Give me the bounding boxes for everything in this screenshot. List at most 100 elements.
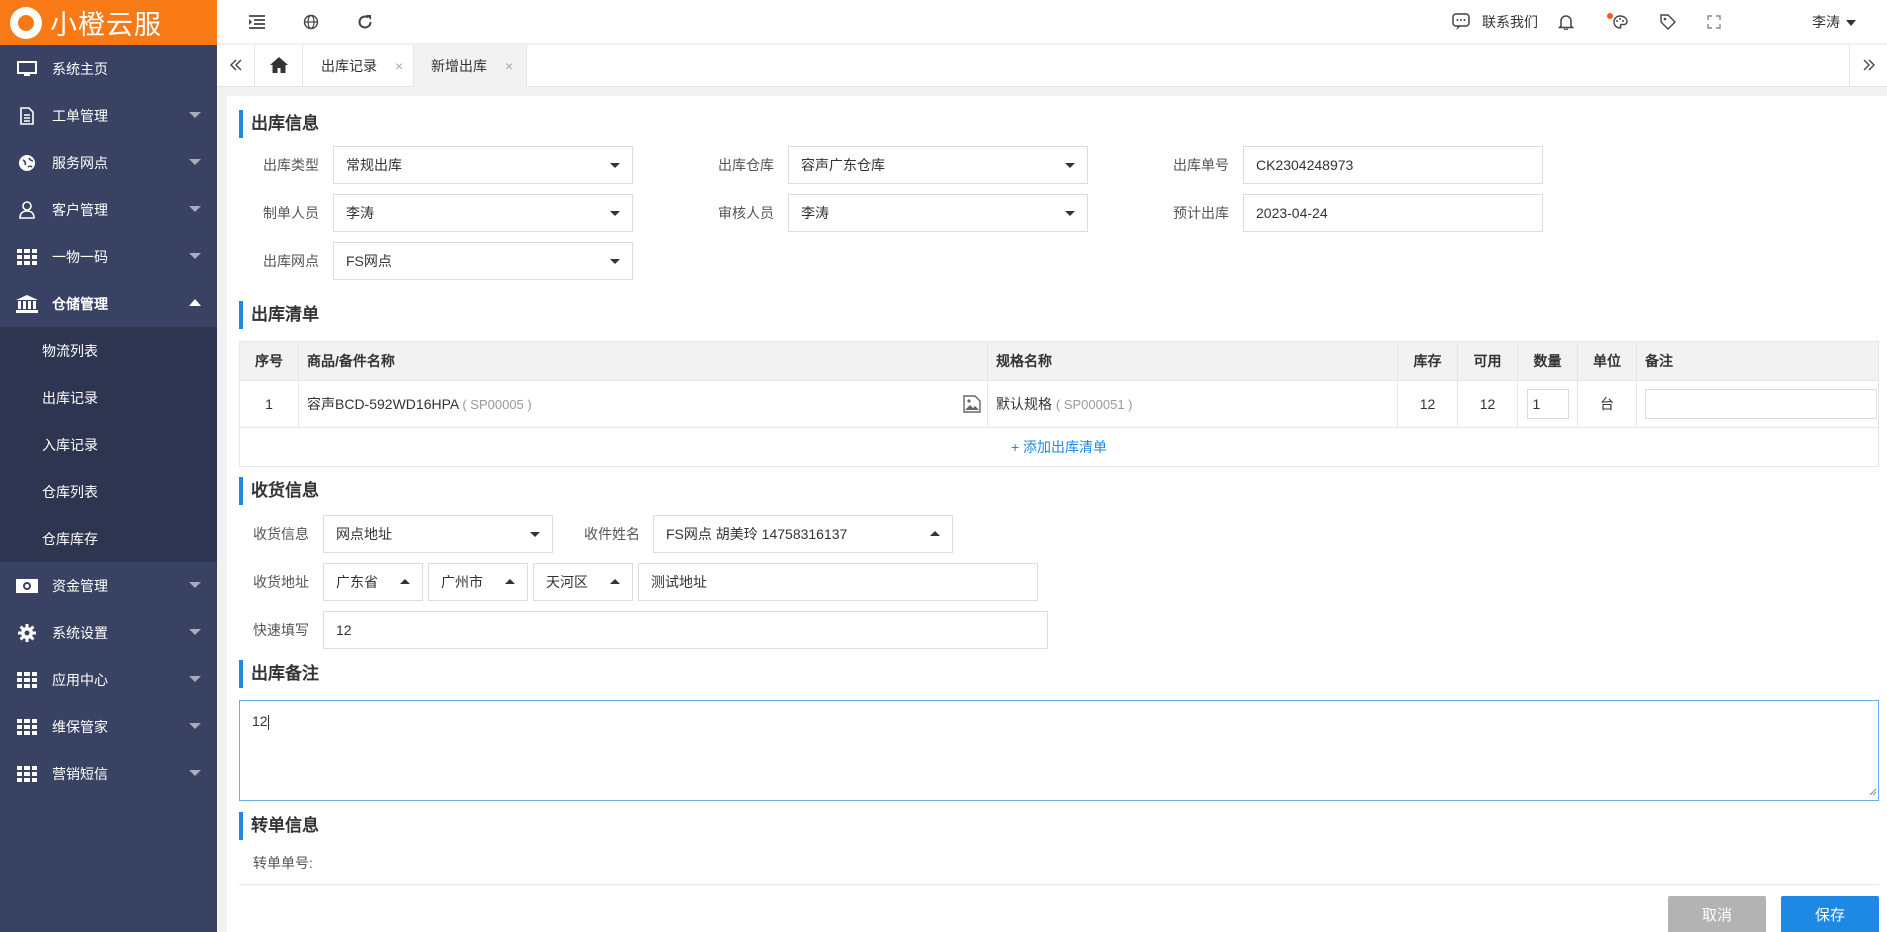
chat-icon[interactable] bbox=[1451, 12, 1471, 32]
document-icon bbox=[16, 106, 38, 125]
sidebar-item-maintenance[interactable]: 维保管家 bbox=[0, 703, 217, 750]
outbound-type-select[interactable]: 常规出库 bbox=[333, 146, 633, 184]
sidebar-item-label: 维保管家 bbox=[52, 718, 108, 735]
double-chevron-left-icon bbox=[229, 58, 242, 74]
caret-down-icon bbox=[1065, 163, 1075, 168]
refresh-icon[interactable] bbox=[355, 12, 375, 32]
tag-icon[interactable] bbox=[1658, 12, 1678, 32]
caret-down-icon bbox=[610, 211, 620, 216]
select-value: 常规出库 bbox=[346, 157, 402, 173]
remark-input[interactable] bbox=[1645, 389, 1877, 419]
cell-unit: 台 bbox=[1577, 380, 1637, 428]
user-menu[interactable]: 李涛 bbox=[1812, 12, 1856, 32]
contact-us-link[interactable]: 联系我们 bbox=[1482, 12, 1538, 32]
reviewer-select[interactable]: 李涛 bbox=[788, 194, 1088, 232]
double-chevron-right-icon bbox=[1863, 58, 1875, 74]
sidebar-item-label: 系统主页 bbox=[52, 60, 108, 77]
select-value: 容声广东仓库 bbox=[801, 157, 885, 173]
outbound-number-input[interactable]: CK2304248973 bbox=[1243, 146, 1543, 184]
tab-label: 新增出库 bbox=[431, 58, 487, 74]
sidebar-item-customers[interactable]: 客户管理 bbox=[0, 186, 217, 233]
expected-date-label: 预计出库 bbox=[1173, 205, 1229, 221]
divider bbox=[239, 884, 1879, 885]
caret-down-icon bbox=[610, 259, 620, 264]
chevron-down-icon bbox=[189, 582, 201, 588]
sidebar-item-sms[interactable]: 营销短信 bbox=[0, 750, 217, 797]
tab-outbound-records[interactable]: 出库记录 × bbox=[303, 45, 414, 87]
brand-logo[interactable]: 小橙云服 bbox=[0, 0, 217, 45]
logo-icon bbox=[10, 6, 42, 39]
close-icon[interactable]: × bbox=[505, 58, 513, 74]
section-title-outbound-note: 出库备注 bbox=[239, 660, 319, 688]
warehouse-label: 出库仓库 bbox=[718, 157, 774, 173]
cell-available: 12 bbox=[1457, 380, 1518, 428]
cell-stock: 12 bbox=[1397, 380, 1458, 428]
outbound-warehouse-select[interactable]: 容声广东仓库 bbox=[788, 146, 1088, 184]
tab-new-outbound[interactable]: 新增出库 × bbox=[414, 45, 527, 87]
globe-icon[interactable] bbox=[301, 12, 321, 32]
province-select[interactable]: 广东省 bbox=[323, 563, 423, 601]
palette-icon[interactable] bbox=[1610, 12, 1630, 32]
sidebar-item-label: 仓储管理 bbox=[52, 295, 108, 312]
fullscreen-icon[interactable] bbox=[1704, 12, 1724, 32]
sidebar-subitem-label: 入库记录 bbox=[42, 436, 98, 453]
sidebar-item-qrcode[interactable]: 一物一码 bbox=[0, 233, 217, 280]
chevron-down-icon bbox=[189, 723, 201, 729]
sidebar-item-warehouse[interactable]: 仓储管理 bbox=[0, 280, 217, 327]
sidebar-subitem-outbound-records[interactable]: 出库记录 bbox=[0, 374, 217, 421]
select-value: 天河区 bbox=[546, 574, 588, 590]
recipient-select[interactable]: FS网点 胡美玲 14758316137 bbox=[653, 515, 953, 553]
column-header: 商品/备件名称 bbox=[298, 341, 988, 381]
address-detail-input[interactable]: 测试地址 bbox=[638, 563, 1038, 601]
tab-scroll-right[interactable] bbox=[1849, 45, 1887, 87]
tab-bar: 出库记录 × 新增出库 × bbox=[217, 45, 1887, 87]
column-header: 数量 bbox=[1517, 341, 1578, 381]
outbound-note-textarea[interactable]: 12 bbox=[239, 700, 1879, 801]
brand-name: 小橙云服 bbox=[50, 10, 162, 40]
resize-handle-icon[interactable] bbox=[1868, 783, 1877, 799]
city-select[interactable]: 广州市 bbox=[428, 563, 528, 601]
sidebar-item-apps[interactable]: 应用中心 bbox=[0, 656, 217, 703]
sidebar-subitem-inbound-records[interactable]: 入库记录 bbox=[0, 421, 217, 468]
sidebar-subitem-logistics[interactable]: 物流列表 bbox=[0, 327, 217, 374]
table-header-row: 序号 商品/备件名称 规格名称 库存 可用 数量 单位 备注 bbox=[239, 341, 1879, 381]
grid-icon bbox=[16, 248, 38, 266]
section-title-outbound-list: 出库清单 bbox=[239, 301, 319, 329]
district-select[interactable]: 天河区 bbox=[533, 563, 633, 601]
outlet-select[interactable]: FS网点 bbox=[333, 242, 633, 280]
menu-toggle-icon[interactable] bbox=[247, 12, 267, 32]
sidebar-subitem-warehouse-stock[interactable]: 仓库库存 bbox=[0, 515, 217, 562]
spec-name: 默认规格 bbox=[996, 396, 1052, 412]
chevron-down-icon bbox=[1846, 20, 1856, 27]
save-button[interactable]: 保存 bbox=[1781, 896, 1879, 932]
sidebar-item-workorder[interactable]: 工单管理 bbox=[0, 92, 217, 139]
sidebar-item-home[interactable]: 系统主页 bbox=[0, 45, 217, 92]
globe-icon bbox=[16, 154, 38, 172]
creator-select[interactable]: 李涛 bbox=[333, 194, 633, 232]
sidebar-item-settings[interactable]: 系统设置 bbox=[0, 609, 217, 656]
receive-info-select[interactable]: 网点地址 bbox=[323, 515, 553, 553]
column-header: 库存 bbox=[1397, 341, 1458, 381]
number-label: 出库单号 bbox=[1173, 157, 1229, 173]
sidebar-item-label: 客户管理 bbox=[52, 201, 108, 218]
select-value: 李涛 bbox=[346, 205, 374, 221]
bell-icon[interactable] bbox=[1556, 12, 1576, 32]
quick-fill-input[interactable]: 12 bbox=[323, 611, 1048, 649]
column-header: 单位 bbox=[1577, 341, 1637, 381]
sidebar-item-finance[interactable]: 资金管理 bbox=[0, 562, 217, 609]
note-text: 12 bbox=[252, 713, 268, 729]
reviewer-label: 审核人员 bbox=[718, 205, 774, 221]
tab-scroll-left[interactable] bbox=[217, 45, 255, 87]
sidebar-subitem-warehouse-list[interactable]: 仓库列表 bbox=[0, 468, 217, 515]
caret-up-icon bbox=[610, 579, 620, 584]
add-outbound-item-button[interactable]: + 添加出库清单 bbox=[239, 428, 1879, 467]
sidebar-item-outlets[interactable]: 服务网点 bbox=[0, 139, 217, 186]
tab-home[interactable] bbox=[255, 45, 303, 87]
user-name: 李涛 bbox=[1812, 14, 1840, 30]
close-icon[interactable]: × bbox=[395, 58, 403, 74]
cancel-button[interactable]: 取消 bbox=[1668, 896, 1766, 932]
expected-date-input[interactable]: 2023-04-24 bbox=[1243, 194, 1543, 232]
chevron-down-icon bbox=[189, 112, 201, 118]
quantity-input[interactable]: 1 bbox=[1526, 389, 1569, 419]
image-icon[interactable] bbox=[963, 395, 981, 416]
